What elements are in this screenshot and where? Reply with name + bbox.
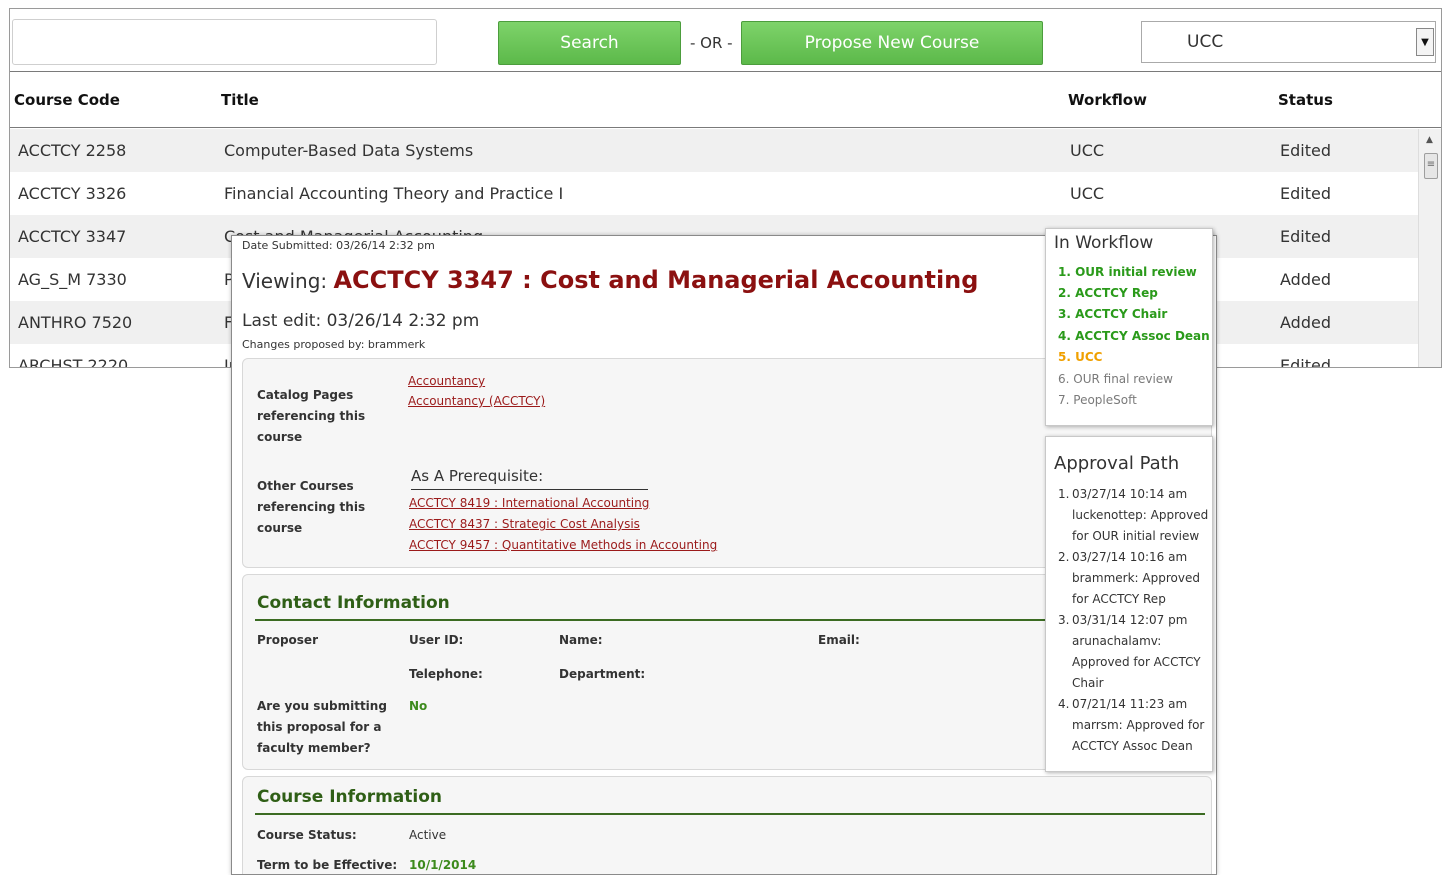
workflow-step: 4. ACCTCY Assoc Dean: [1058, 329, 1210, 343]
faculty-answer-value: No: [409, 699, 428, 713]
search-button[interactable]: Search: [498, 21, 681, 65]
cell-workflow: UCC: [1070, 141, 1105, 160]
section-title-course-info: Course Information: [257, 787, 443, 807]
telephone-label: Telephone:: [409, 667, 483, 681]
catalog-link-accountancy[interactable]: Accountancy: [408, 374, 485, 388]
page-title: Viewing: ACCTCY 3347 : Cost and Manageri…: [242, 266, 978, 294]
workflow-step: 2. ACCTCY Rep: [1058, 286, 1158, 300]
workflow-step: 1. OUR initial review: [1058, 265, 1197, 279]
or-separator: - OR -: [690, 34, 733, 52]
column-header-workflow[interactable]: Workflow: [1068, 72, 1147, 129]
approval-entry-number: 2.: [1058, 550, 1070, 564]
column-header-status[interactable]: Status: [1278, 72, 1333, 129]
table-row[interactable]: ACCTCY 3326 Financial Accounting Theory …: [10, 172, 1418, 215]
course-status-value: Active: [409, 828, 447, 842]
name-label: Name:: [559, 633, 603, 647]
column-header-title[interactable]: Title: [221, 72, 259, 129]
user-id-label: User ID:: [409, 633, 464, 647]
course-title: ACCTCY 3347 : Cost and Managerial Accoun…: [333, 266, 979, 294]
cell-status: Edited: [1280, 227, 1331, 246]
prereq-link-acctcy-9457[interactable]: ACCTCY 9457 : Quantitative Methods in Ac…: [409, 538, 717, 552]
approval-entry-text: 03/27/14 10:14 am luckenottep: Approved …: [1072, 487, 1209, 543]
prereq-link-acctcy-8419[interactable]: ACCTCY 8419 : International Accounting: [409, 496, 649, 510]
cell-title: Computer-Based Data Systems: [224, 141, 474, 160]
scroll-up-arrow-icon[interactable]: ▲: [1426, 135, 1433, 145]
table-header: Course Code Title Workflow Status: [10, 71, 1441, 129]
approval-entry-number: 1.: [1058, 487, 1070, 501]
course-status-label: Course Status:: [257, 828, 357, 842]
cell-course-code: ARCHST 2220: [18, 356, 129, 368]
proposer-label: Proposer: [257, 633, 318, 647]
approval-path-title: Approval Path: [1054, 453, 1180, 474]
prereq-link-acctcy-8437[interactable]: ACCTCY 8437 : Strategic Cost Analysis: [409, 517, 640, 531]
department-label: Department:: [559, 667, 646, 681]
table-row[interactable]: ACCTCY 2258 Computer-Based Data Systems …: [10, 129, 1418, 172]
catalog-link-accountancy-acctcy[interactable]: Accountancy (ACCTCY): [408, 394, 545, 408]
dropdown-arrow-icon[interactable]: ▼: [1416, 28, 1434, 56]
course-information-box: Course Information Course Status: Active…: [242, 776, 1212, 874]
term-effective-value: 10/1/2014: [409, 858, 477, 872]
cell-title: Financial Accounting Theory and Practice…: [224, 184, 564, 203]
prerequisite-heading: As A Prerequisite:: [411, 467, 544, 485]
term-effective-label: Term to be Effective:: [257, 858, 398, 872]
cell-course-code: ACCTCY 2258: [18, 141, 127, 160]
cell-status: Edited: [1280, 141, 1331, 160]
section-title-contact: Contact Information: [257, 593, 450, 613]
workflow-step: 3. ACCTCY Chair: [1058, 307, 1168, 321]
cell-workflow: UCC: [1070, 184, 1105, 203]
approval-entry-number: 3.: [1058, 613, 1070, 627]
viewing-label: Viewing:: [242, 269, 334, 293]
propose-new-course-button[interactable]: Propose New Course: [741, 21, 1043, 65]
approval-entry-text: 07/21/14 11:23 am marrsm: Approved for A…: [1072, 697, 1205, 753]
cell-status: Edited: [1280, 184, 1331, 203]
workflow-step: 6. OUR final review: [1058, 372, 1173, 386]
date-submitted: Date Submitted: 03/26/14 2:32 pm: [242, 239, 435, 252]
cell-status: Added: [1280, 313, 1331, 332]
approval-entry-number: 4.: [1058, 697, 1070, 711]
approval-path-panel: Approval Path 1. 03/27/14 10:14 am lucke…: [1045, 436, 1213, 772]
cell-course-code: ANTHRO 7520: [18, 313, 133, 332]
scrollbar-thumb[interactable]: ≡: [1424, 153, 1438, 179]
table-scrollbar[interactable]: ▲ ≡: [1418, 129, 1441, 367]
catalog-pages-label: Catalog Pages referencing this course: [257, 388, 366, 444]
other-courses-label: Other Courses referencing this course: [257, 479, 366, 535]
workflow-filter-value: UCC: [1187, 32, 1224, 52]
changes-proposed-by: Changes proposed by: brammerk: [242, 338, 426, 351]
faculty-question-label: Are you submitting this proposal for a f…: [257, 699, 387, 755]
cell-course-code: ACCTCY 3347: [18, 227, 127, 246]
search-input[interactable]: [12, 19, 437, 65]
cell-course-code: AG_S_M 7330: [18, 270, 127, 289]
approval-entry-text: 03/27/14 10:16 am brammerk: Approved for…: [1072, 550, 1200, 606]
workflow-step-current: 5. UCC: [1058, 350, 1103, 364]
column-header-course-code[interactable]: Course Code: [14, 72, 120, 129]
email-label: Email:: [818, 633, 860, 647]
in-workflow-title: In Workflow: [1054, 233, 1154, 253]
workflow-step: 7. PeopleSoft: [1058, 393, 1137, 407]
cell-course-code: ACCTCY 3326: [18, 184, 127, 203]
prerequisite-divider: [411, 489, 648, 490]
approval-entry-text: 03/31/14 12:07 pm arunachalamv: Approved…: [1072, 613, 1201, 690]
cell-status: Edited: [1280, 356, 1331, 368]
section-divider: [255, 813, 1205, 815]
last-edit: Last edit: 03/26/14 2:32 pm: [242, 311, 480, 331]
cell-status: Added: [1280, 270, 1331, 289]
in-workflow-panel: In Workflow 1. OUR initial review 2. ACC…: [1045, 228, 1213, 426]
workflow-filter-select[interactable]: UCC ▼: [1141, 21, 1436, 63]
